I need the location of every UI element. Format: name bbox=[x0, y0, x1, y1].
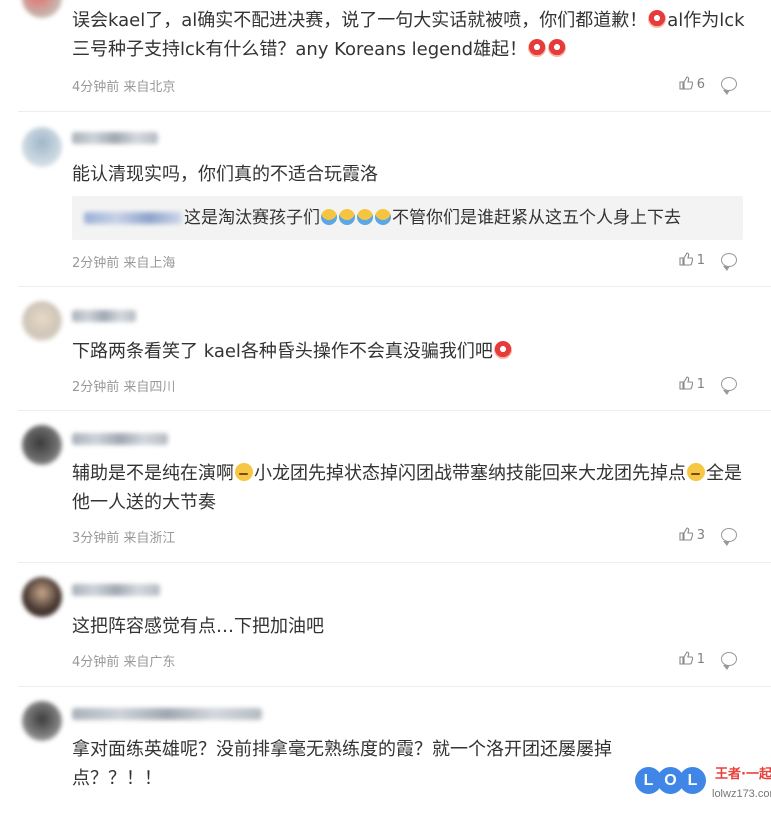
avatar[interactable] bbox=[22, 425, 62, 465]
thumbs-up-icon bbox=[679, 76, 693, 94]
comment-text: 拿对面练英雄呢？没前排拿毫无熟练度的霞？就一个洛开团还屡屡掉点？？！！ bbox=[72, 739, 612, 789]
reply-icon[interactable] bbox=[721, 77, 737, 95]
reply-icon[interactable] bbox=[721, 528, 737, 546]
divider bbox=[18, 286, 771, 287]
crying-emoji-icon bbox=[357, 209, 373, 225]
comment-text: 下路两条看笑了 kael各种昏头操作不会真没骗我们吧 bbox=[72, 337, 751, 366]
reply-icon[interactable] bbox=[721, 377, 737, 395]
watermark-letter: L bbox=[679, 767, 706, 794]
username[interactable] bbox=[72, 433, 168, 445]
comment-text: 辅助是不是纯在演啊 小龙团先掉状态掉闪团战带塞纳技能回来大龙团先掉点 全是他一人送的… bbox=[72, 463, 742, 513]
reply-icon[interactable] bbox=[721, 253, 737, 271]
watermark-logo: L O L 王者·一起上 lolwz173.com bbox=[635, 763, 771, 807]
laugh-emoji-icon bbox=[493, 341, 512, 359]
crying-emoji-icon bbox=[321, 209, 337, 225]
divider bbox=[18, 686, 771, 687]
divider bbox=[18, 111, 771, 112]
like-button[interactable]: 1 bbox=[679, 252, 705, 270]
avatar[interactable] bbox=[22, 0, 62, 18]
username[interactable] bbox=[72, 584, 160, 596]
thumbs-up-icon bbox=[679, 376, 693, 394]
crying-emoji-icon bbox=[375, 209, 391, 225]
comment-text: 这把阵容感觉有点…下把加油吧 bbox=[72, 616, 324, 637]
quoted-username[interactable] bbox=[84, 212, 182, 224]
comment-meta: 4分钟前 来自北京 bbox=[72, 80, 176, 95]
reply-icon[interactable] bbox=[721, 652, 737, 670]
username[interactable] bbox=[72, 708, 262, 720]
comment-text: 能认清现实吗，你们真的不适合玩霞洛 bbox=[72, 164, 378, 185]
laugh-emoji-icon bbox=[648, 10, 667, 28]
crying-emoji-icon bbox=[339, 209, 355, 225]
like-button[interactable]: 3 bbox=[679, 527, 705, 545]
divider bbox=[18, 410, 771, 411]
like-button[interactable]: 6 bbox=[679, 76, 705, 94]
divider bbox=[18, 562, 771, 563]
like-button[interactable]: 1 bbox=[679, 651, 705, 669]
comment-meta: 3分钟前 来自浙江 bbox=[72, 531, 176, 546]
username[interactable] bbox=[72, 310, 136, 322]
avatar[interactable] bbox=[22, 127, 62, 167]
avatar[interactable] bbox=[22, 301, 62, 341]
avatar[interactable] bbox=[22, 577, 62, 617]
smirk-emoji-icon bbox=[687, 463, 705, 481]
thumbs-up-icon bbox=[679, 651, 693, 669]
like-button[interactable]: 1 bbox=[679, 376, 705, 394]
watermark-title: 王者·一起上 bbox=[715, 767, 771, 782]
quoted-reply: 这是淘汰赛孩子们 不管你们是谁赶紧从这五个人身上下去 bbox=[72, 196, 743, 240]
username[interactable] bbox=[72, 132, 158, 144]
smirk-emoji-icon bbox=[235, 463, 253, 481]
watermark-url: lolwz173.com bbox=[712, 788, 771, 800]
thumbs-up-icon bbox=[679, 252, 693, 270]
laugh-emoji-icon bbox=[548, 39, 567, 57]
comment-meta: 2分钟前 来自四川 bbox=[72, 380, 176, 395]
thumbs-up-icon bbox=[679, 527, 693, 545]
comment-text: 误会kael了，al确实不配进决赛，说了一句大实话就被喷，你们都道歉！ al作为l… bbox=[72, 10, 745, 60]
comment-meta: 2分钟前 来自上海 bbox=[72, 256, 176, 271]
laugh-emoji-icon bbox=[528, 39, 547, 57]
avatar[interactable] bbox=[22, 701, 62, 741]
comment-meta: 4分钟前 来自广东 bbox=[72, 655, 176, 670]
